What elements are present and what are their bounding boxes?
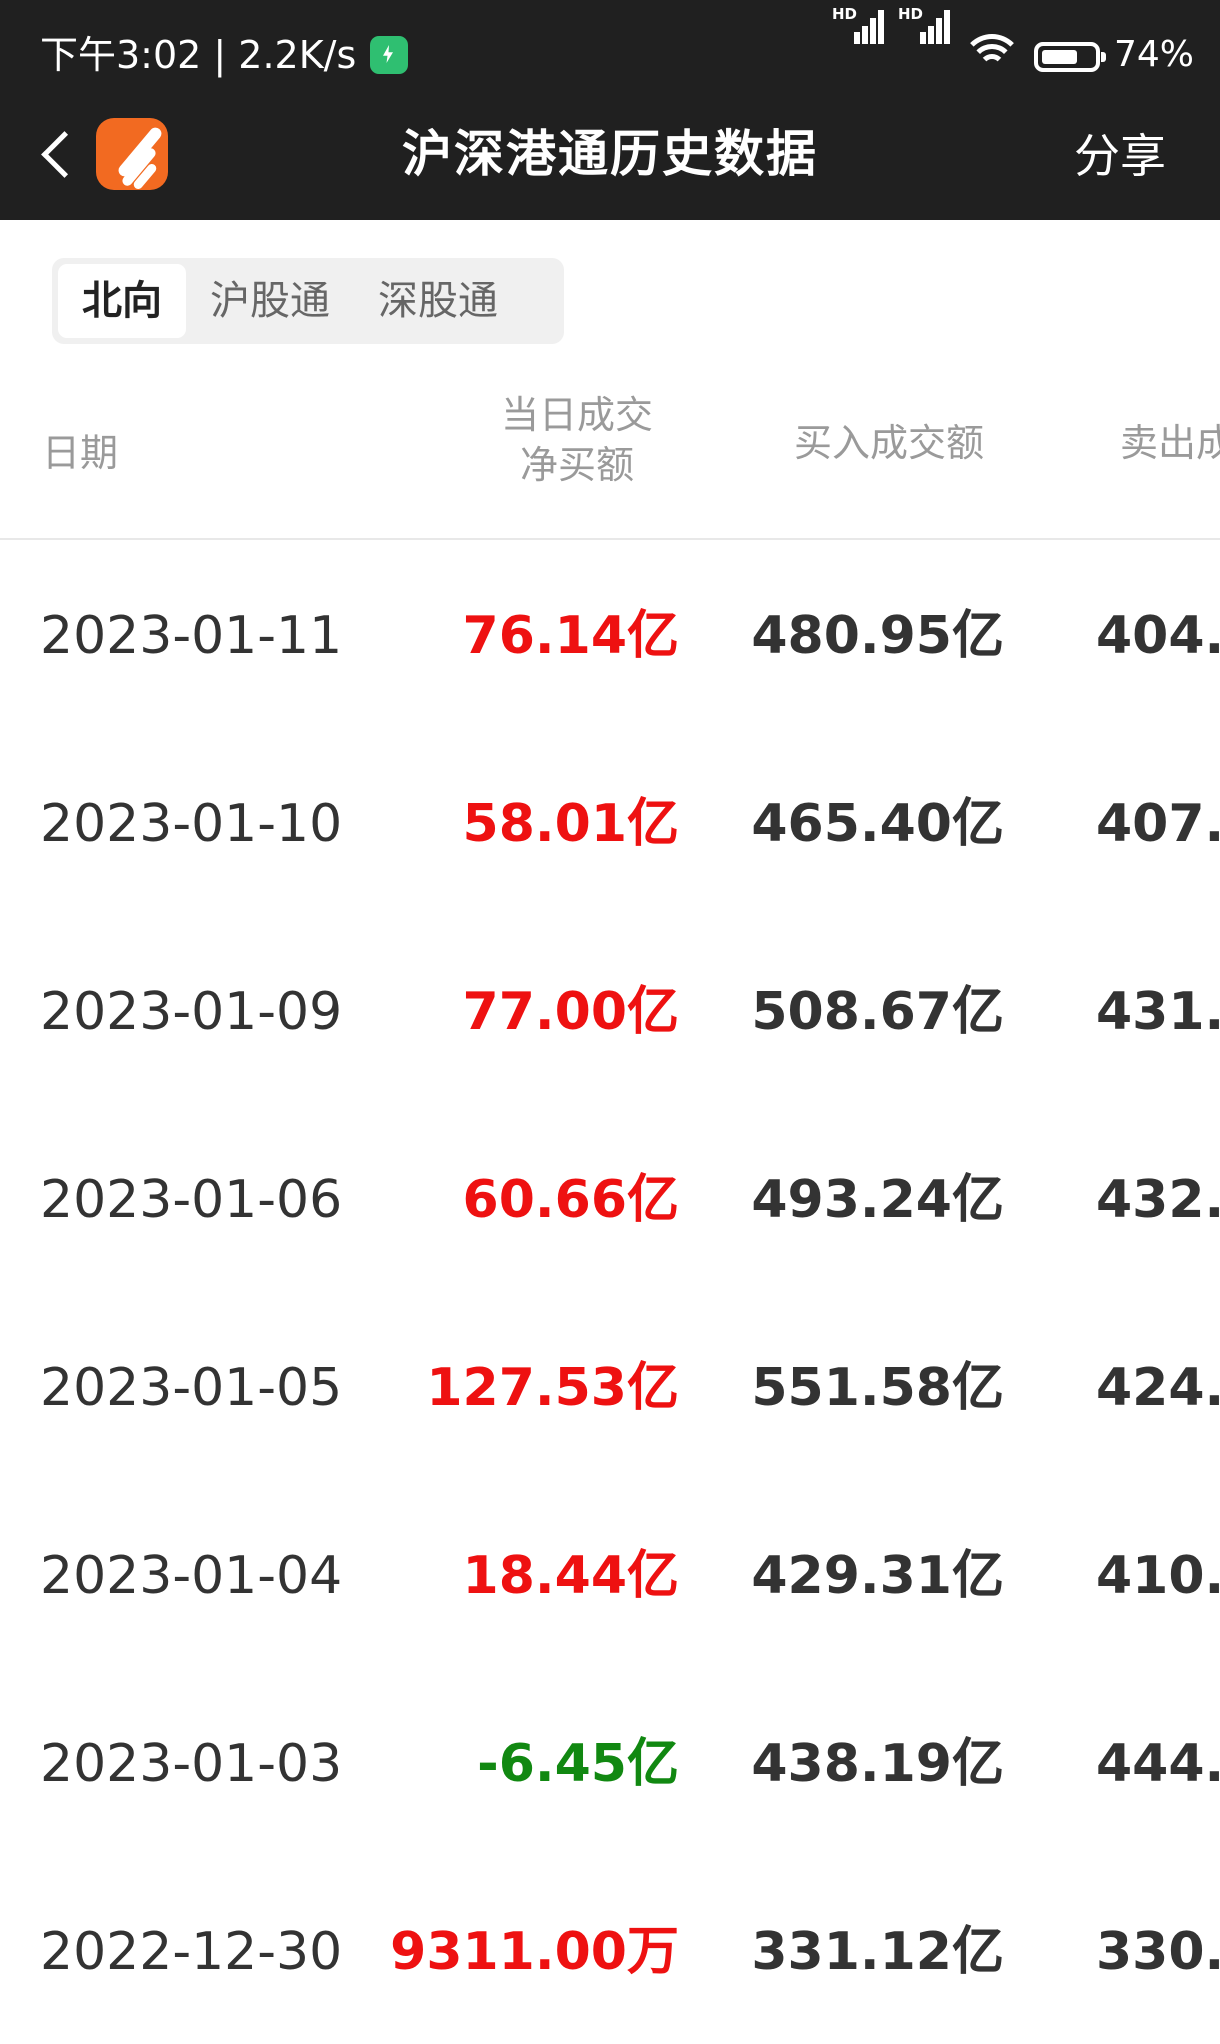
row-net-buy: 58.01亿 (462, 794, 679, 854)
header-date[interactable]: 日期 (42, 428, 118, 478)
row-buy-amount: 508.67亿 (751, 982, 1004, 1042)
row-date: 2023-01-03 (40, 1734, 343, 1794)
battery-percent: 74% (1114, 34, 1195, 75)
row-net-buy: -6.45亿 (477, 1734, 679, 1794)
row-buy-amount: 465.40亿 (751, 794, 1004, 854)
row-date: 2022-12-30 (40, 1922, 343, 1982)
table-row[interactable]: 2023-01-09 77.00亿 508.67亿 431. (0, 916, 1220, 1104)
row-net-buy: 9311.00万 (390, 1922, 679, 1982)
row-date: 2023-01-11 (40, 606, 343, 666)
tab-shenzhen-connect[interactable]: 深股通 (354, 264, 522, 338)
signal-icon-2: HD (898, 6, 952, 44)
row-sell-amount: 407. (1096, 794, 1220, 854)
market-segmented-control: 北向 沪股通 深股通 (52, 258, 564, 344)
row-net-buy: 76.14亿 (462, 606, 679, 666)
battery-icon (1034, 42, 1106, 72)
header-buy-amount[interactable]: 买入成交额 (794, 418, 984, 468)
header-net-line2: 净买额 (519, 443, 634, 487)
hd-label-1: HD (832, 5, 858, 23)
row-net-buy: 77.00亿 (462, 982, 679, 1042)
row-sell-amount: 444. (1096, 1734, 1220, 1794)
row-date: 2023-01-04 (40, 1546, 343, 1606)
row-buy-amount: 480.95亿 (751, 606, 1004, 666)
row-sell-amount: 410. (1096, 1546, 1220, 1606)
table-row[interactable]: 2023-01-10 58.01亿 465.40亿 407. (0, 728, 1220, 916)
row-date: 2023-01-05 (40, 1358, 343, 1418)
row-date: 2023-01-06 (40, 1170, 343, 1230)
top-bar: 下午3:02 | 2.2K/s HD HD 74% 沪深港通历史数据 分享 (0, 0, 1220, 220)
row-buy-amount: 493.24亿 (751, 1170, 1004, 1230)
table-row[interactable]: 2023-01-06 60.66亿 493.24亿 432. (0, 1104, 1220, 1292)
row-buy-amount: 331.12亿 (751, 1922, 1004, 1982)
row-buy-amount: 551.58亿 (751, 1358, 1004, 1418)
table-row[interactable]: 2023-01-11 76.14亿 480.95亿 404. (0, 540, 1220, 728)
row-sell-amount: 431. (1096, 982, 1220, 1042)
row-sell-amount: 404. (1096, 606, 1220, 666)
status-time: 下午3:02 | 2.2K/s (40, 33, 357, 77)
table-header: 日期 当日成交 净买额 买入成交额 卖出成 (0, 370, 1220, 540)
wifi-icon (966, 34, 1018, 76)
row-buy-amount: 438.19亿 (751, 1734, 1004, 1794)
page-title: 沪深港通历史数据 (402, 125, 818, 183)
battery-fill (1042, 50, 1077, 64)
header-net-line1: 当日成交 (500, 393, 653, 437)
table-row[interactable]: 2023-01-03 -6.45亿 438.19亿 444. (0, 1668, 1220, 1856)
header-net-buy[interactable]: 当日成交 净买额 (470, 390, 684, 490)
table-row[interactable]: 2023-01-04 18.44亿 429.31亿 410. (0, 1480, 1220, 1668)
row-sell-amount: 330. (1096, 1922, 1220, 1982)
row-sell-amount: 424. (1096, 1358, 1220, 1418)
row-date: 2023-01-09 (40, 982, 343, 1042)
table-row[interactable]: 2022-12-30 9311.00万 331.12亿 330. (0, 1856, 1220, 2044)
tab-shanghai-connect[interactable]: 沪股通 (186, 264, 354, 338)
row-net-buy: 127.53亿 (426, 1358, 679, 1418)
signal-icon-1: HD (832, 6, 886, 44)
row-buy-amount: 429.31亿 (751, 1546, 1004, 1606)
row-sell-amount: 432. (1096, 1170, 1220, 1230)
share-button[interactable]: 分享 (1074, 126, 1166, 186)
row-net-buy: 18.44亿 (462, 1546, 679, 1606)
row-date: 2023-01-10 (40, 794, 343, 854)
row-net-buy: 60.66亿 (462, 1170, 679, 1230)
table-row[interactable]: 2023-01-05 127.53亿 551.58亿 424. (0, 1292, 1220, 1480)
shield-icon (370, 36, 408, 74)
header-sell-amount[interactable]: 卖出成 (1120, 418, 1220, 468)
hd-label-2: HD (898, 5, 924, 23)
tab-northbound[interactable]: 北向 (58, 264, 186, 338)
